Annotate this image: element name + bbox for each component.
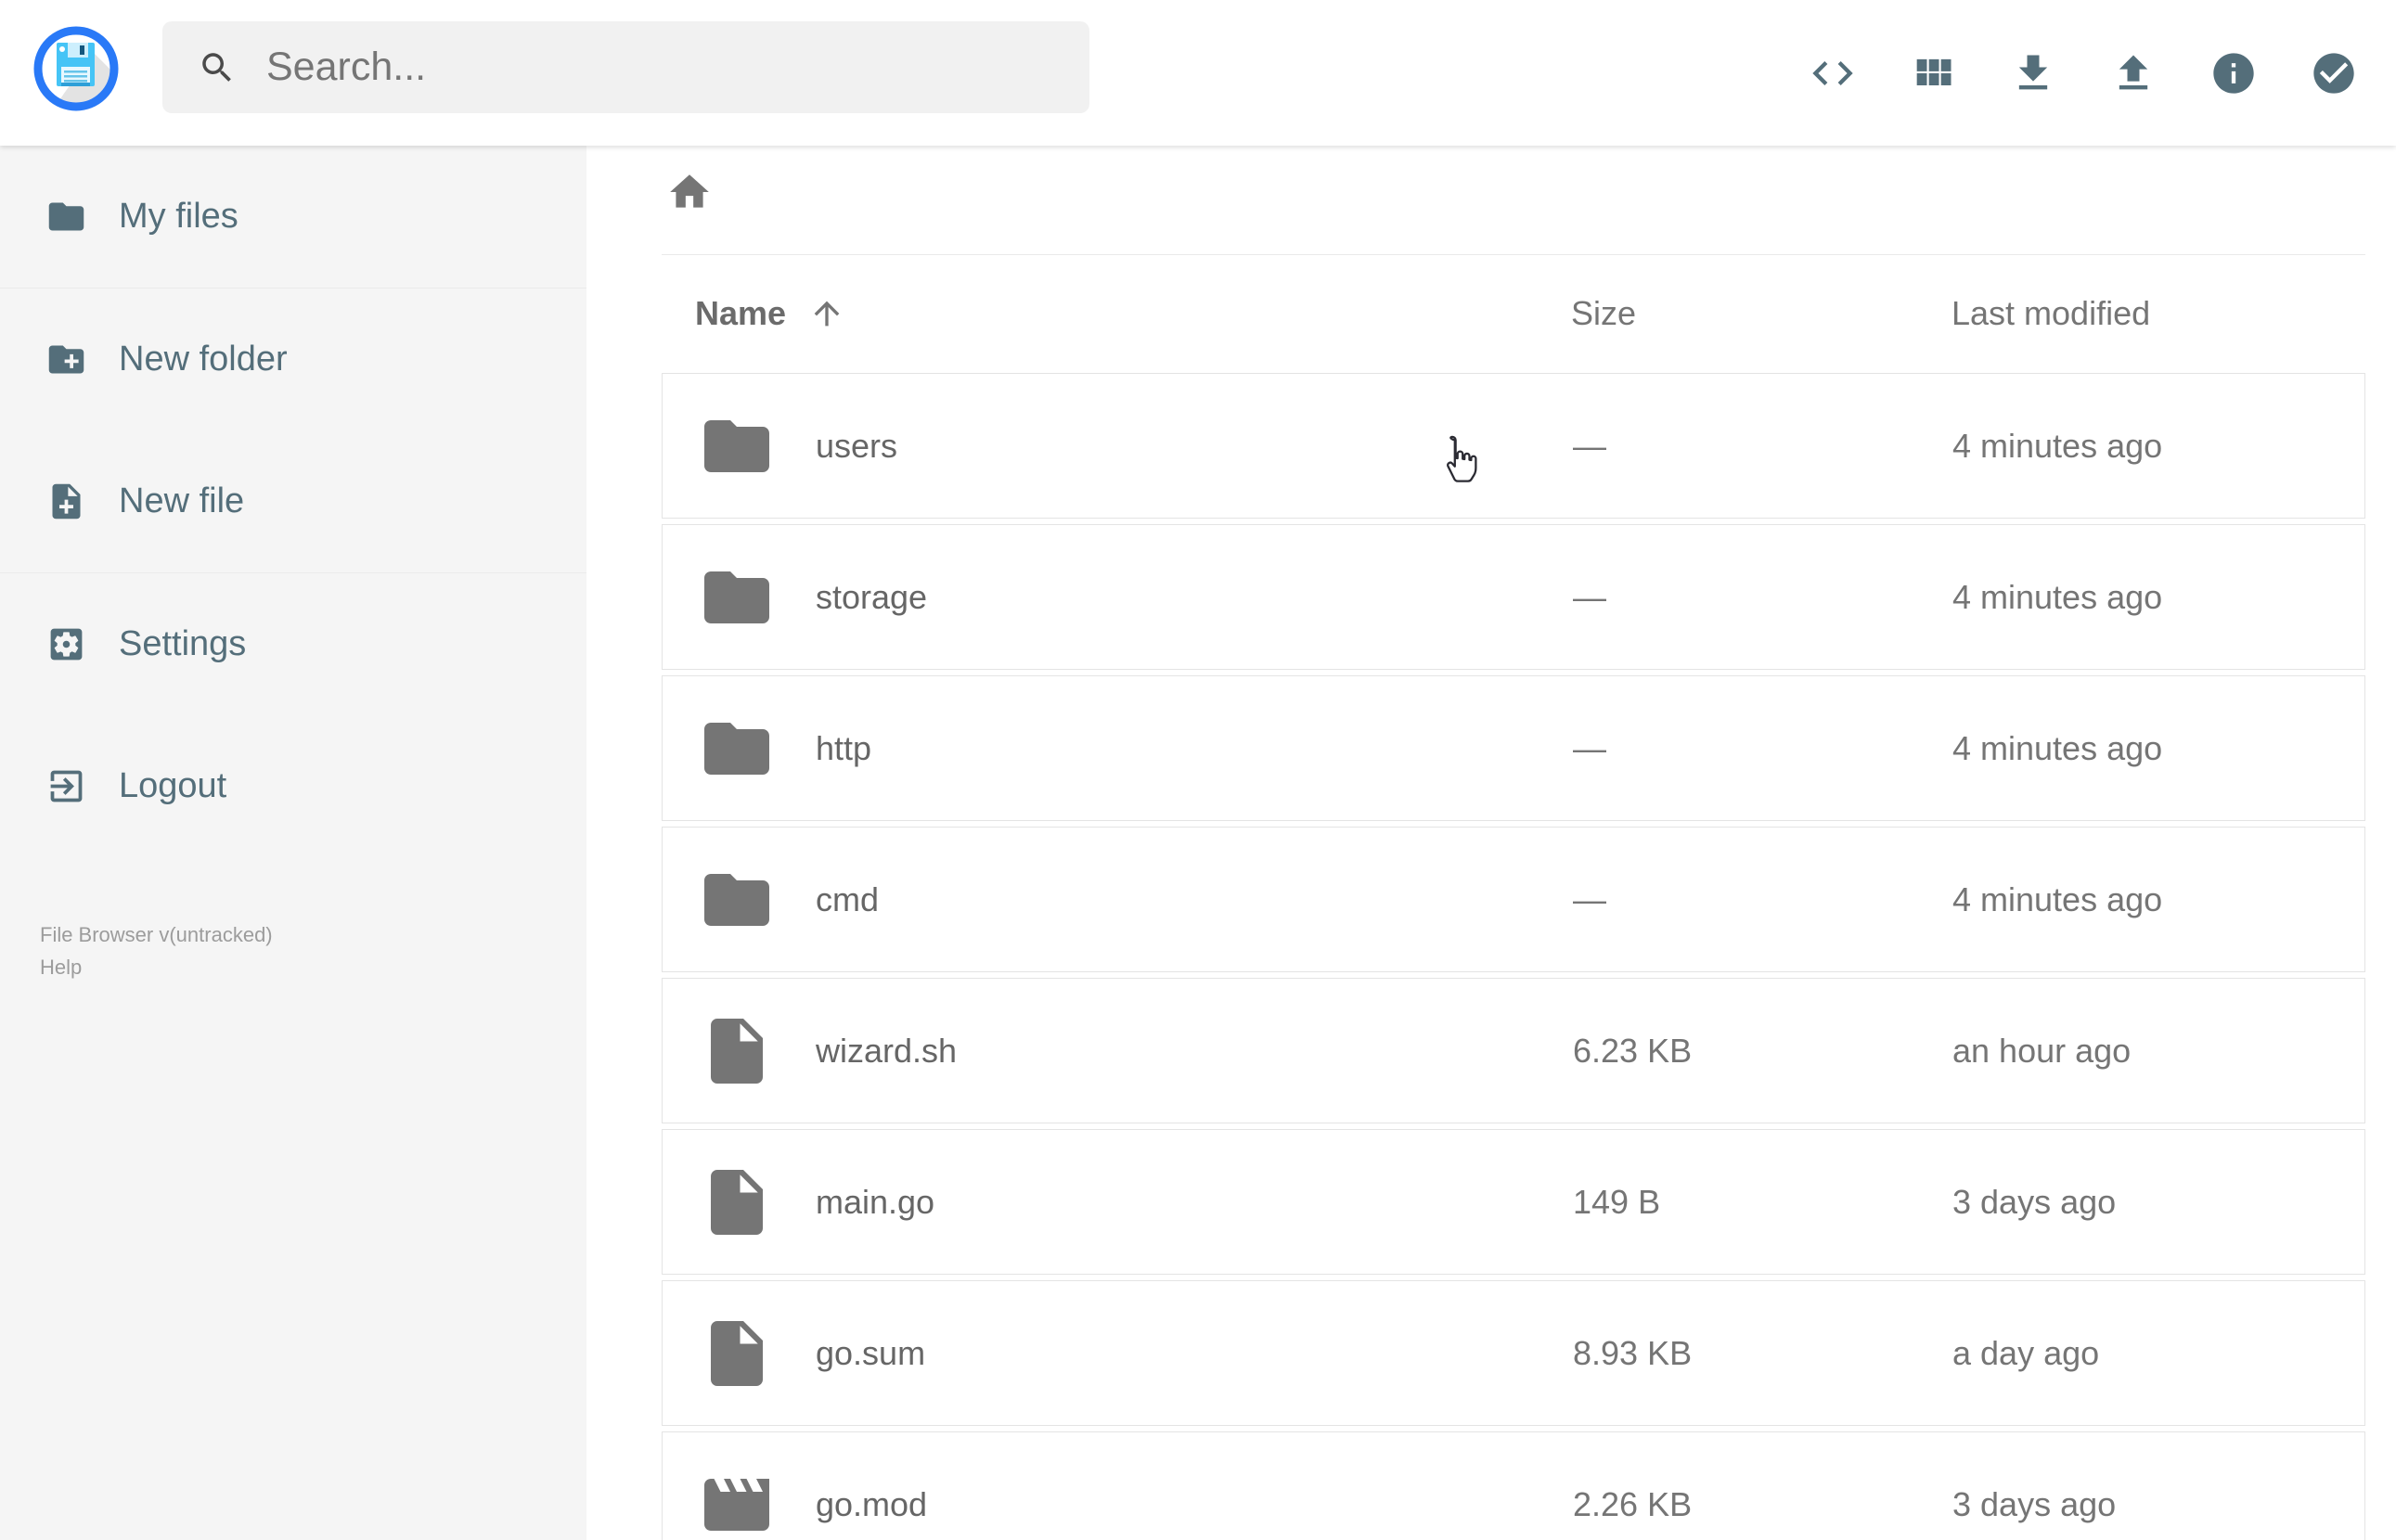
file-modified: an hour ago (1952, 1031, 2132, 1070)
file-row-http[interactable]: http — 4 minutes ago (662, 675, 2365, 821)
sidebar-item-logout[interactable]: Logout (0, 715, 586, 857)
file-name: cmd (816, 879, 880, 918)
file-size: 149 B (1573, 1182, 1661, 1221)
column-name-label: Name (695, 294, 787, 332)
sidebar-footer: File Browser v(untracked) Help (0, 918, 586, 983)
app-logo[interactable] (33, 26, 119, 111)
download-button[interactable] (2009, 49, 2057, 97)
file-size: 8.93 KB (1573, 1333, 1693, 1372)
file-row-wizard-sh[interactable]: wizard.sh 6.23 KB an hour ago (662, 978, 2365, 1123)
file-row-storage[interactable]: storage — 4 minutes ago (662, 524, 2365, 670)
sort-by-size-header[interactable]: Size (1571, 254, 1636, 373)
file-modified: a day ago (1952, 1333, 2100, 1372)
file-icon (698, 1163, 776, 1241)
logout-icon (50, 770, 83, 802)
new-file-icon (52, 483, 81, 520)
download-icon (2018, 55, 2048, 89)
sidebar-item-new-file[interactable]: New file (0, 430, 586, 572)
file-size: — (1573, 879, 1606, 918)
folder-icon (48, 202, 84, 231)
file-name: storage (816, 577, 928, 616)
search-input[interactable] (264, 44, 1089, 91)
file-name: wizard.sh (816, 1031, 958, 1070)
info-button[interactable] (2209, 49, 2258, 97)
file-listing: Name Size Last modified users — 4 minute… (662, 254, 2365, 1540)
filebrowser-app: My files New folder New file Settings Lo… (0, 0, 2396, 1540)
breadcrumb-home-button[interactable] (666, 169, 713, 215)
listing-header: Name Size Last modified (662, 254, 2365, 373)
grid-view-icon (1916, 58, 1952, 85)
help-link[interactable]: Help (40, 951, 82, 983)
sort-by-modified-header[interactable]: Last modified (1952, 254, 2150, 373)
upload-icon (2119, 55, 2148, 89)
sidebar-item-new-folder[interactable]: New folder (0, 289, 586, 430)
file-size: 6.23 KB (1573, 1031, 1693, 1070)
version-text: File Browser v(untracked) (40, 923, 273, 946)
code-icon (1812, 60, 1853, 85)
floppy-disk-logo-icon (33, 26, 119, 111)
file-row-cmd[interactable]: cmd — 4 minutes ago (662, 827, 2365, 972)
home-icon (670, 174, 709, 208)
sidebar-item-label: My files (119, 197, 238, 236)
file-name: http (816, 728, 872, 767)
shell-button[interactable] (1809, 49, 1857, 97)
main-content: Name Size Last modified users — 4 minute… (586, 146, 2396, 1540)
file-modified: 4 minutes ago (1952, 426, 2163, 465)
sidebar-item-label: New folder (119, 340, 288, 379)
file-row-main-go[interactable]: main.go 149 B 3 days ago (662, 1129, 2365, 1275)
search-icon (202, 52, 231, 82)
column-size-label: Size (1571, 294, 1637, 332)
folder-icon (698, 558, 776, 636)
column-modified-label: Last modified (1952, 294, 2151, 332)
file-name: users (816, 426, 898, 465)
file-modified: 3 days ago (1952, 1484, 2117, 1523)
header-bar (0, 0, 2396, 146)
search-bar (162, 21, 1089, 113)
sort-by-name-header[interactable]: Name (695, 254, 845, 373)
select-multiple-button[interactable] (2310, 49, 2358, 97)
folder-icon (698, 710, 776, 788)
sidebar-item-label: Settings (119, 624, 247, 663)
check-circle-icon (2313, 52, 2354, 94)
file-modified: 3 days ago (1952, 1182, 2117, 1221)
file-icon (698, 1315, 776, 1392)
file-icon (698, 1012, 776, 1090)
breadcrumb (662, 146, 2365, 255)
file-row-go-sum[interactable]: go.sum 8.93 KB a day ago (662, 1280, 2365, 1426)
sidebar-item-label: Logout (119, 766, 227, 805)
sidebar-item-label: New file (119, 481, 245, 520)
movie-icon (698, 1466, 776, 1540)
file-modified: 4 minutes ago (1952, 728, 2163, 767)
file-name: go.sum (816, 1333, 926, 1372)
sidebar-item-settings[interactable]: Settings (0, 573, 586, 715)
new-folder-icon (48, 345, 84, 374)
folder-icon (698, 407, 776, 485)
file-modified: 4 minutes ago (1952, 577, 2163, 616)
info-icon (2213, 52, 2254, 94)
file-row-go-mod[interactable]: go.mod 2.26 KB 3 days ago (662, 1431, 2365, 1540)
file-size: 2.26 KB (1573, 1484, 1693, 1523)
sidebar: My files New folder New file Settings Lo… (0, 146, 586, 1540)
file-modified: 4 minutes ago (1952, 879, 2163, 918)
arrow-up-icon (814, 301, 840, 327)
file-row-users[interactable]: users — 4 minutes ago (662, 373, 2365, 519)
folder-icon (698, 861, 776, 939)
header-actions (1809, 0, 2358, 146)
file-size: — (1573, 577, 1606, 616)
file-size: — (1573, 426, 1606, 465)
switch-view-button[interactable] (1909, 49, 1957, 97)
file-name: go.mod (816, 1484, 928, 1523)
file-name: main.go (816, 1182, 935, 1221)
settings-icon (50, 628, 83, 661)
sidebar-item-my-files[interactable]: My files (0, 146, 586, 288)
file-size: — (1573, 728, 1606, 767)
upload-button[interactable] (2109, 49, 2158, 97)
